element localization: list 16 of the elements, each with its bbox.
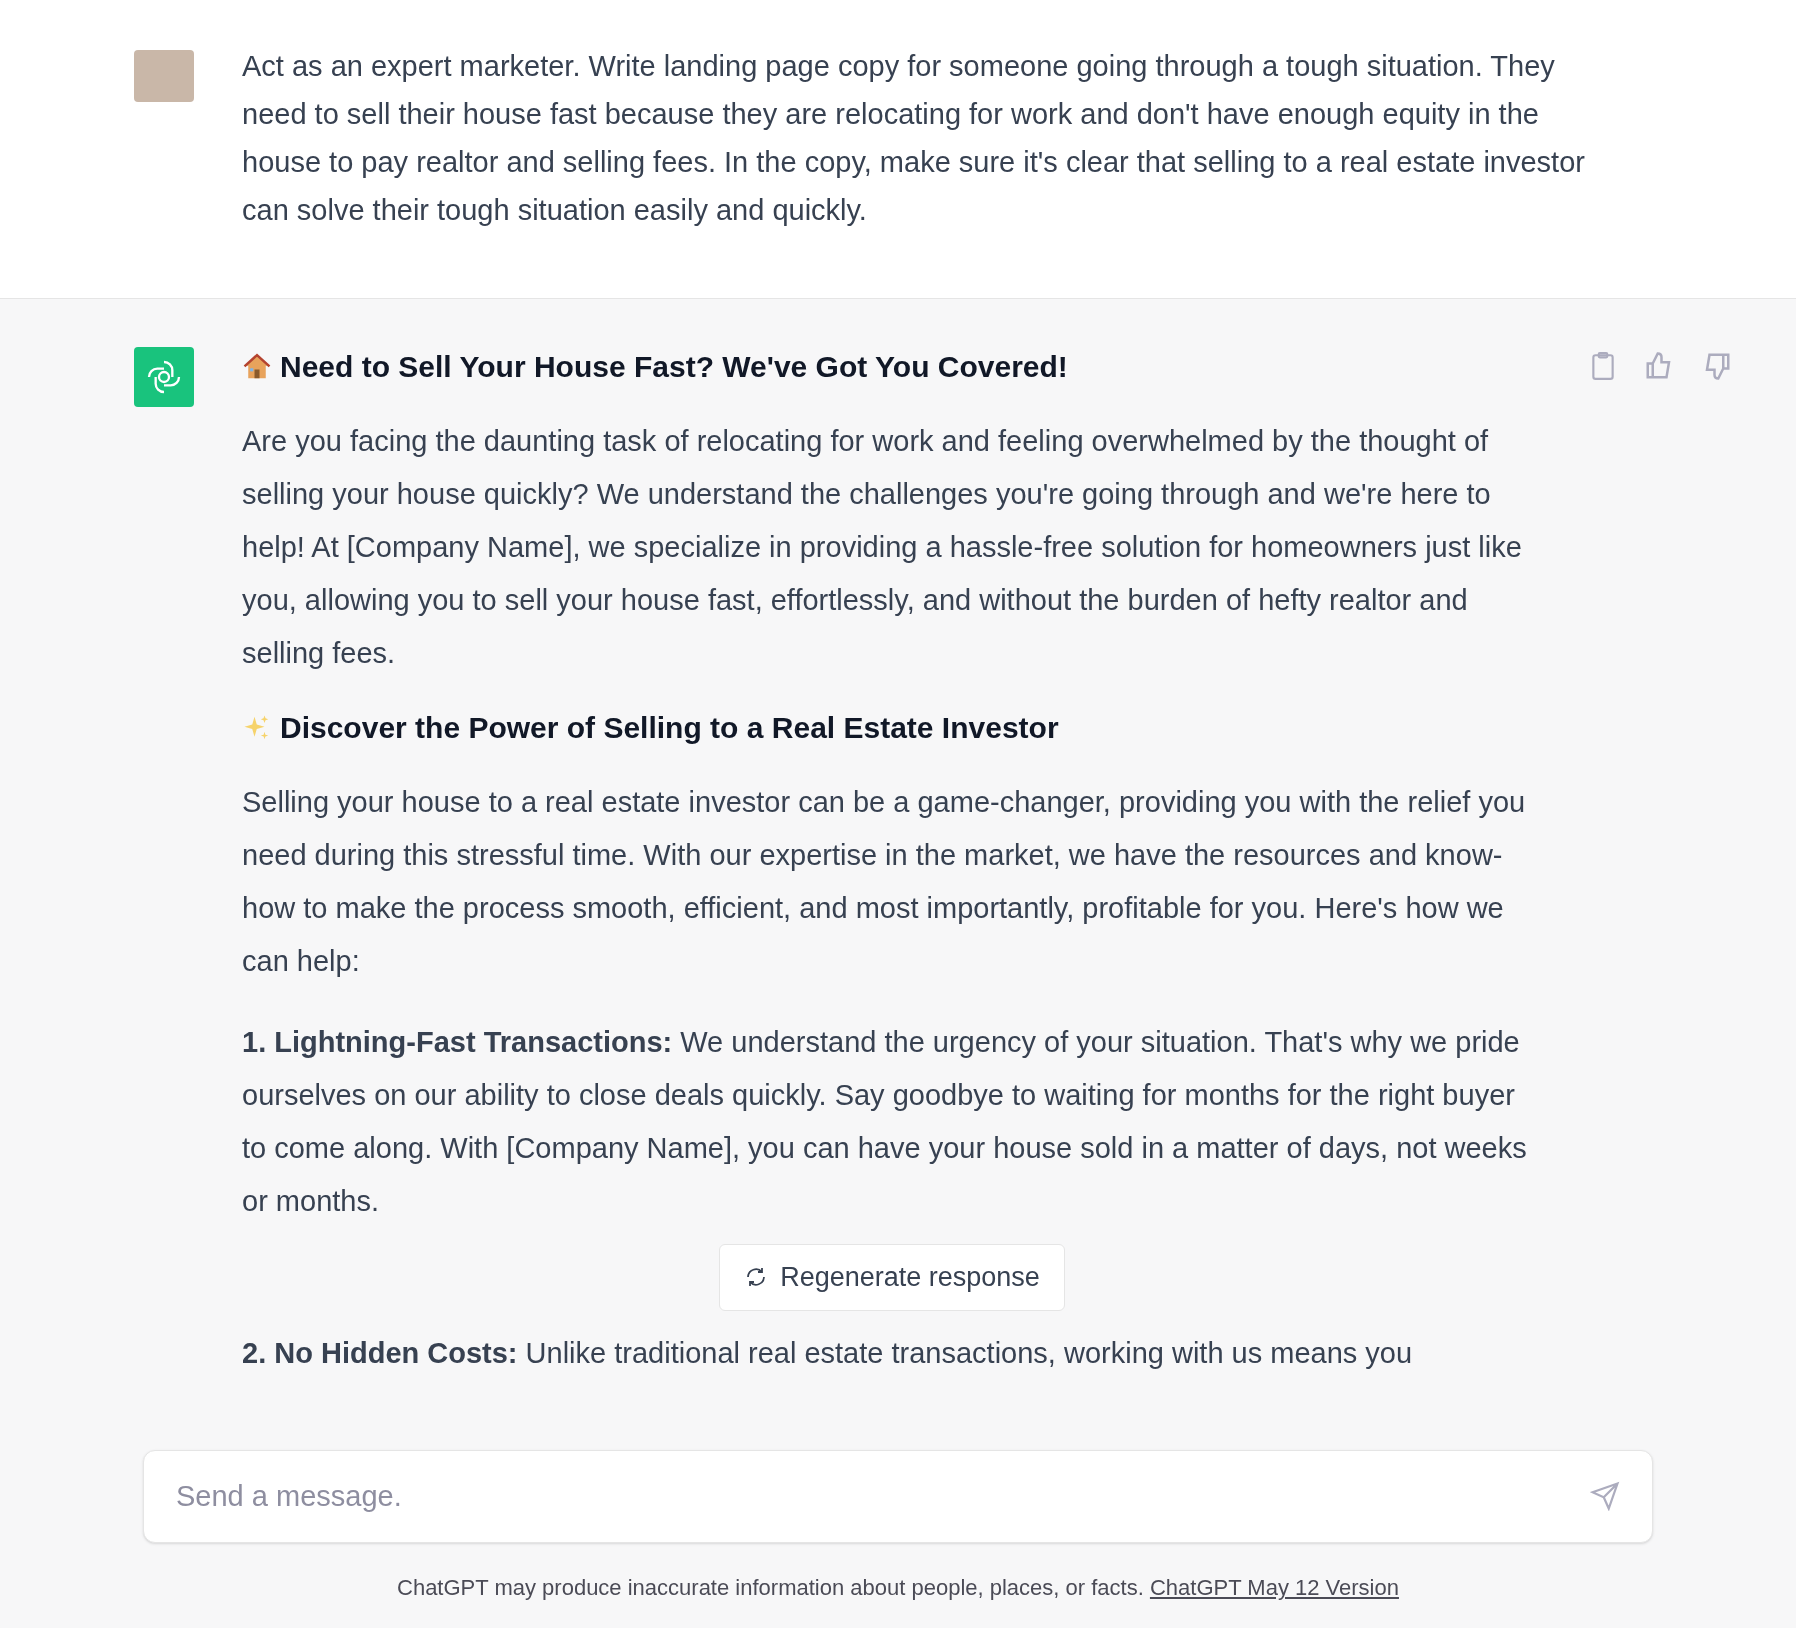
send-icon[interactable] [1590,1481,1620,1512]
response-paragraph: Are you facing the daunting task of relocating for work and feeling overwhelmed by the thought of selling your house quickly? We understand the challenges you're going through and we're here to help! At [Company Name], we specialize in providing a hassle-free solution for homeowners just like you, allowing you to sell your house fast, effortlessly, and without the burden of hefty realtor and selling fees. [242,424,1523,671]
user-message: Act as an expert marketer. Write landing page copy for someone going through a tough situation. They need to sell their house fast because they are relocating for work and don't have enough equity in the house to pay realtor and selling fees. In the copy, make sure it's clear that selling to a real estate investor can solve their tough situation easily and quickly. [242,49,1586,228]
message-input-field[interactable]: Send a message. [176,1474,1590,1518]
section-heading: Need to Sell Your House Fast? We've Got You Covered! [280,349,1068,385]
response-paragraph: 1. Lightning-Fast Transactions: We understand the urgency of your situation. That's why we pride ourselves on our ability to close deals quickly. Say goodbye to waiting for months for the right buyer to come along. With [Company Name], you can have your house sold in a matter of days, not weeks or months. [242,1025,1528,1219]
version-link[interactable]: ChatGPT May 12 Version [1149,1575,1399,1600]
response-paragraph: 2. No Hidden Costs: Unlike traditional real estate transactions, working with us means you [242,1335,1414,1371]
message-input[interactable]: Send a message. [143,1449,1653,1543]
avatar-photo-placeholder [134,50,194,102]
clipboard-icon[interactable] [1590,351,1616,381]
regenerate-button[interactable]: Regenerate response [719,1244,1065,1311]
disclaimer-text: ChatGPT may produce inaccurate information about people, places, or facts. [397,1575,1144,1600]
section-heading: Discover the Power of Selling to a Real Estate Investor [280,710,1059,746]
response-paragraph: Selling your house to a real estate investor can be a game-changer, providing you with the relief you need during this stressful time. With our expertise in the market, we have the resources and know-how to make the process smooth, efficient, and most importantly, profitable for you. Here's how we can help: [242,785,1527,979]
assistant-logo-icon [134,347,194,407]
